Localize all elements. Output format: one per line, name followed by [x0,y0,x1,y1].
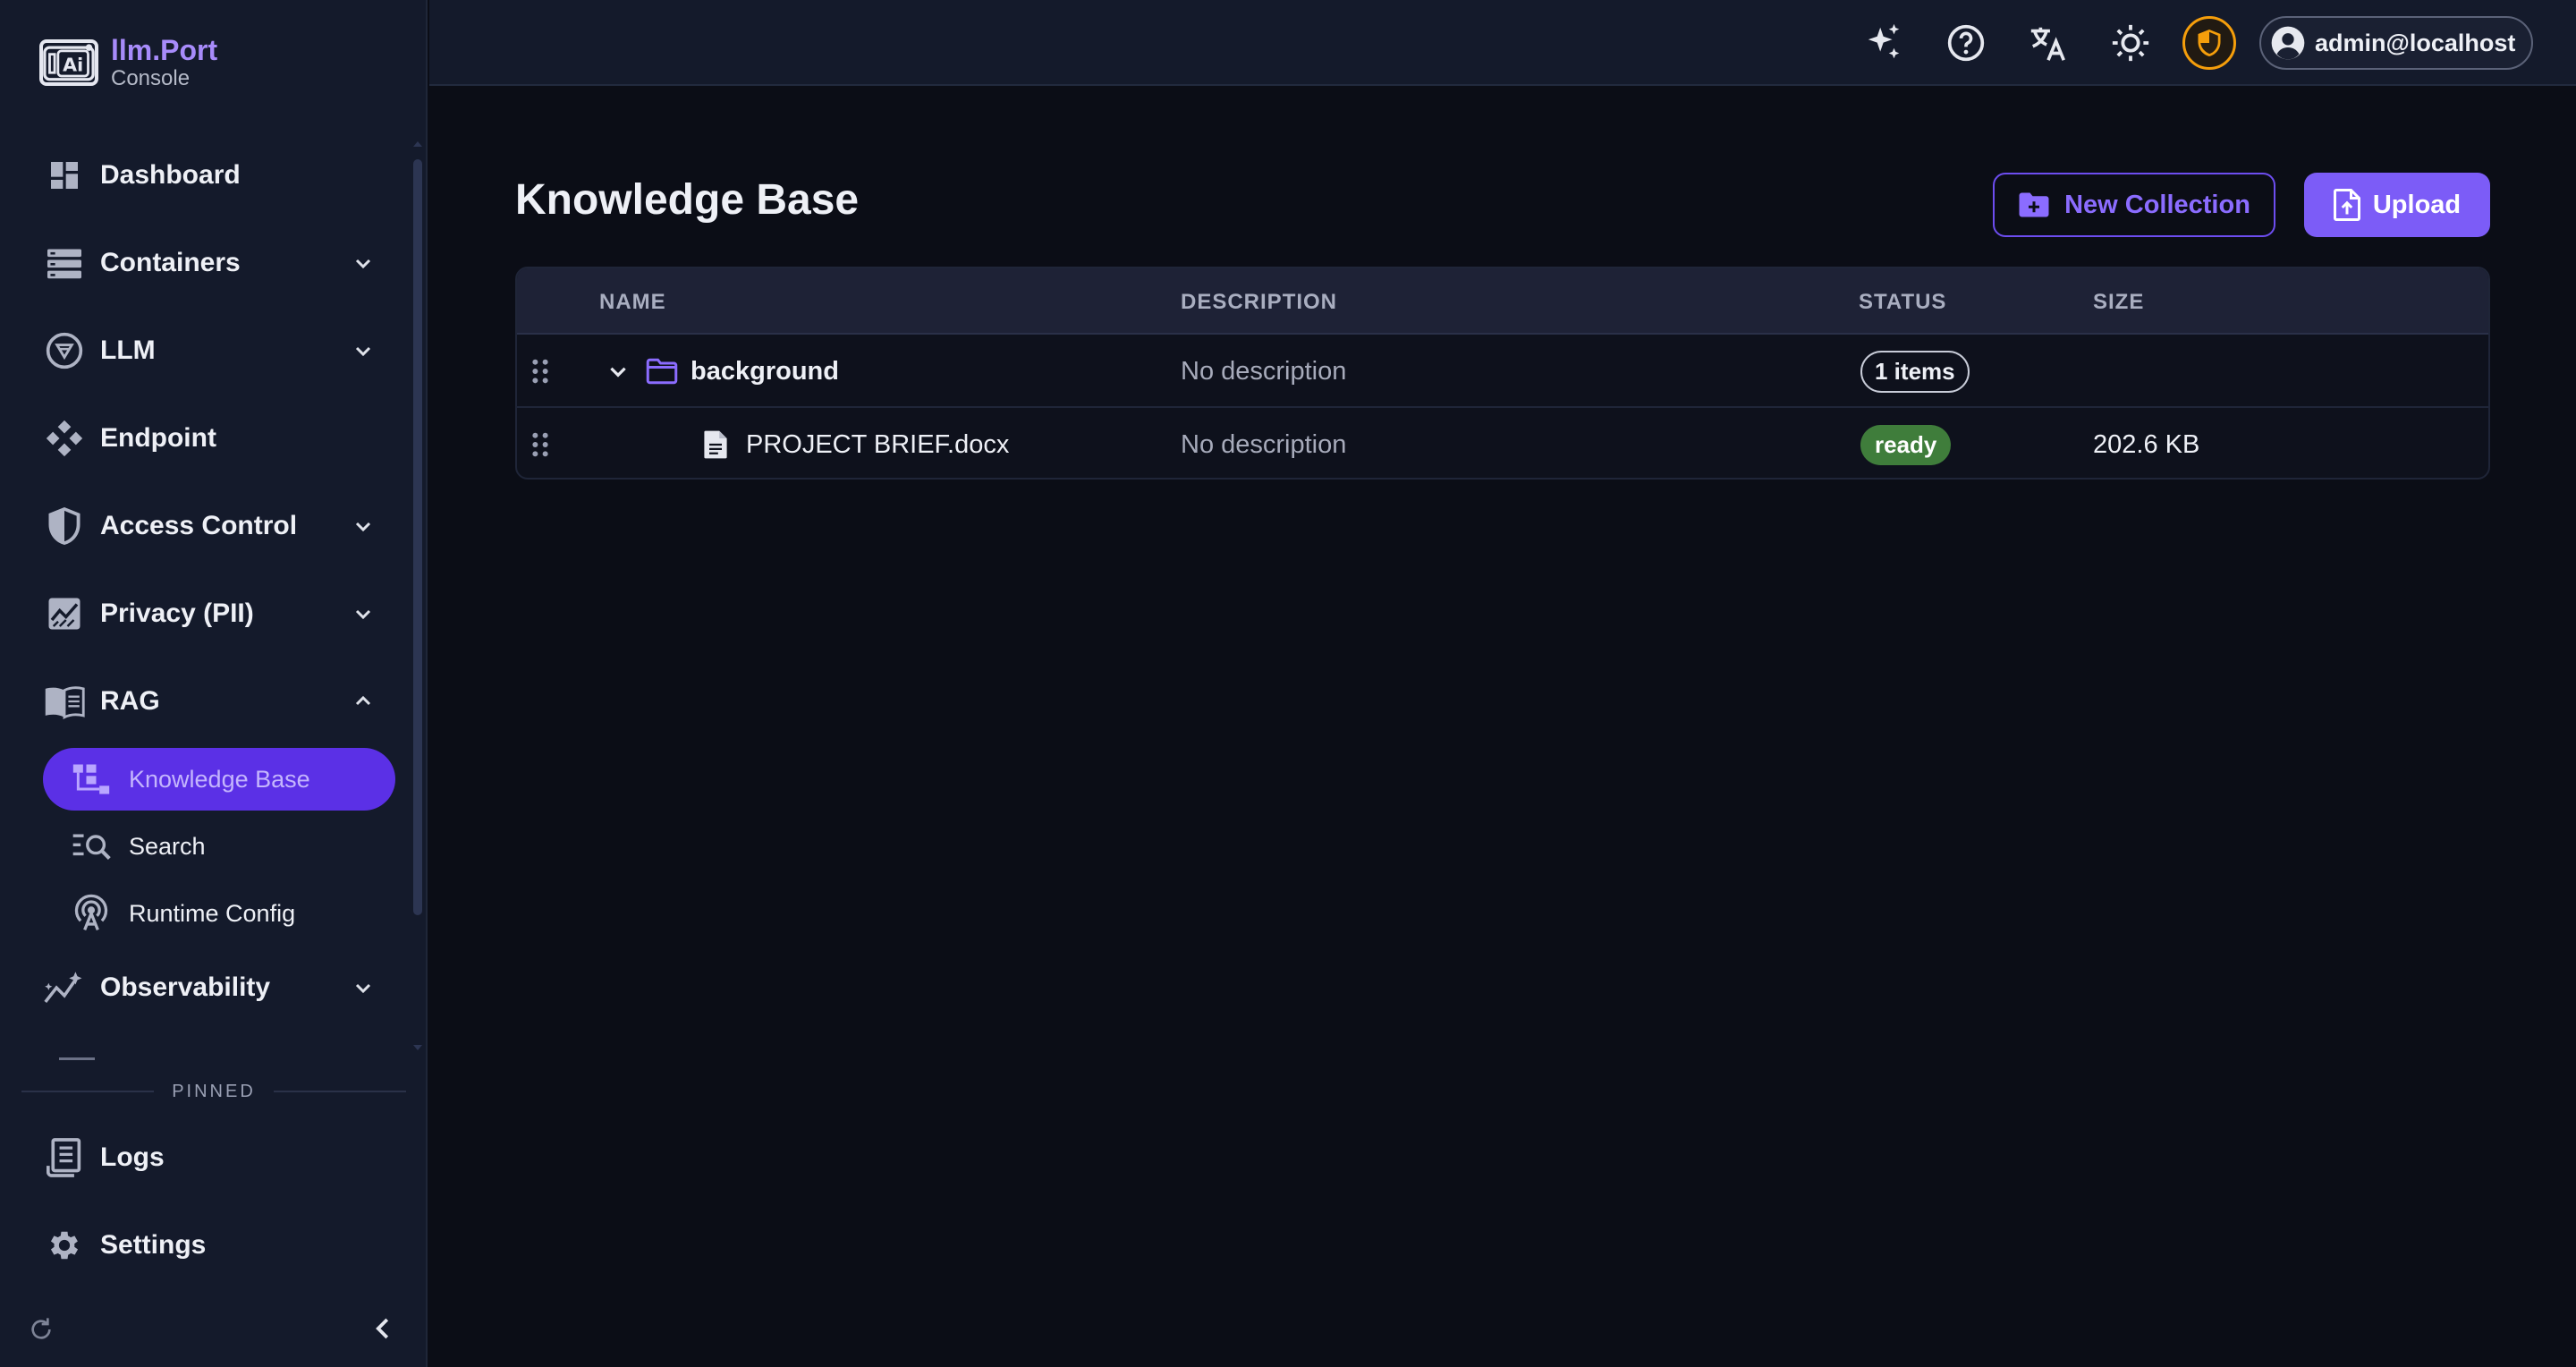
brand-logo-text: Ai [63,54,83,75]
sidebar-item-label: RAG [100,686,160,716]
user-menu-button[interactable]: admin@localhost [2259,16,2533,70]
sidebar-item-privacy[interactable]: Privacy (PII) [43,587,374,641]
pinned-label: PINNED [172,1081,256,1101]
status-badge: ready [1860,424,1952,465]
brand-name: llm.Port [111,34,218,66]
sparkle-icon[interactable] [1862,21,1905,64]
sidebar-item-endpoint[interactable]: Endpoint [43,412,374,465]
chevron-up-icon [355,695,371,706]
logs-icon [43,1136,86,1179]
help-icon[interactable] [1945,21,1987,64]
scroll-down-arrow-icon[interactable] [411,1043,424,1052]
sidebar-subitem-label: Runtime Config [129,899,296,927]
brand[interactable]: Ai llm.Port Console [39,34,217,91]
sidebar-item-label: Privacy (PII) [100,599,254,628]
dashboard-icon [43,154,86,197]
row-description: No description [1181,356,1347,386]
sidebar-item-label: Settings [100,1230,207,1260]
chevron-down-icon[interactable] [606,360,630,383]
shield-icon [43,505,86,548]
containers-icon [43,242,86,284]
chevron-down-icon [355,259,371,269]
folder-plus-icon [2019,192,2049,217]
sidebar-subitem-knowledge-base[interactable]: Knowledge Base [43,748,395,811]
column-header-name[interactable]: NAME [599,290,666,315]
sidebar-footer [0,1306,428,1351]
search-list-icon [72,827,111,866]
sidebar-subitem-runtime-config[interactable]: Runtime Config [43,882,395,945]
sidebar-scrollbar[interactable] [413,159,422,915]
sidebar-item-label: Containers [100,248,241,277]
upload-label: Upload [2372,190,2462,219]
brand-logo-icon: Ai [39,39,98,86]
sidebar: Ai llm.Port Console Dashboard Containers… [0,0,428,1367]
item-count-badge: 1 items [1860,350,1970,393]
pinned-divider: PINNED [21,1081,407,1102]
table-row-file[interactable]: PROJECT BRIEF.docx No description ready … [517,408,2488,478]
sidebar-item-label: Observability [100,972,271,1002]
table-row-folder[interactable]: background No description 1 items [517,335,2488,408]
sidebar-item-rag[interactable]: RAG [43,675,374,728]
drag-handle-icon[interactable] [530,358,551,385]
column-header-status[interactable]: STATUS [1859,290,1946,315]
column-header-description[interactable]: DESCRIPTION [1181,290,1337,315]
drag-handle-icon[interactable] [530,431,551,458]
page-title: Knowledge Base [515,176,860,224]
row-size: 202.6 KB [2093,429,2200,459]
column-header-size[interactable]: SIZE [2093,290,2144,315]
topbar: admin@localhost [429,0,2576,86]
upload-button[interactable]: Upload [2304,173,2490,237]
sidebar-item-settings[interactable]: Settings [43,1218,374,1272]
chevron-down-icon [355,609,371,620]
sidebar-item-containers[interactable]: Containers [43,236,374,290]
folder-icon [646,358,678,385]
folder-name[interactable]: background [691,357,839,386]
sidebar-item-llm[interactable]: LLM [43,324,374,378]
sidebar-item-access-control[interactable]: Access Control [43,499,374,553]
translate-icon[interactable] [2027,21,2070,64]
table-header: NAME DESCRIPTION STATUS SIZE [517,268,2488,335]
chevron-down-icon [355,983,371,994]
brand-subtitle: Console [111,66,191,90]
chevron-down-icon [355,346,371,357]
sidebar-item-label: Dashboard [100,160,241,190]
privacy-chart-icon [43,592,86,635]
security-shield-icon [2198,30,2221,56]
document-icon [704,430,727,459]
row-description: No description [1181,429,1347,459]
chevron-down-icon [355,522,371,532]
knowledge-base-icon [72,760,111,799]
collapse-sidebar-icon[interactable] [370,1315,397,1342]
theme-sun-icon[interactable] [2109,21,2152,64]
refresh-icon[interactable] [27,1315,55,1344]
sidebar-item-observability[interactable]: Observability [43,961,374,1015]
gear-icon [43,1224,86,1267]
security-shield-button[interactable] [2182,16,2236,70]
book-icon [43,680,86,723]
new-collection-label: New Collection [2064,190,2250,219]
llm-icon [43,329,86,372]
sidebar-item-label: Logs [100,1142,165,1172]
user-avatar-icon [2271,26,2305,60]
scroll-up-arrow-icon[interactable] [411,140,424,149]
sidebar-subitem-label: Knowledge Base [129,765,310,793]
file-name[interactable]: PROJECT BRIEF.docx [746,430,1009,460]
antenna-icon [72,894,111,933]
sidebar-item-logs[interactable]: Logs [43,1131,374,1184]
knowledge-base-table: NAME DESCRIPTION STATUS SIZE background … [515,267,2490,480]
user-email: admin@localhost [2315,29,2516,56]
sidebar-item-label: LLM [100,335,156,365]
new-collection-button[interactable]: New Collection [1993,173,2275,237]
clipped-nav-item [59,1057,95,1060]
sidebar-subitem-search[interactable]: Search [43,815,395,878]
file-upload-icon [2333,189,2360,221]
sidebar-item-label: Endpoint [100,423,216,453]
observability-icon [43,966,86,1009]
endpoint-icon [43,417,86,460]
sidebar-item-label: Access Control [100,511,298,540]
sidebar-subitem-label: Search [129,832,206,860]
sidebar-item-dashboard[interactable]: Dashboard [43,149,374,202]
